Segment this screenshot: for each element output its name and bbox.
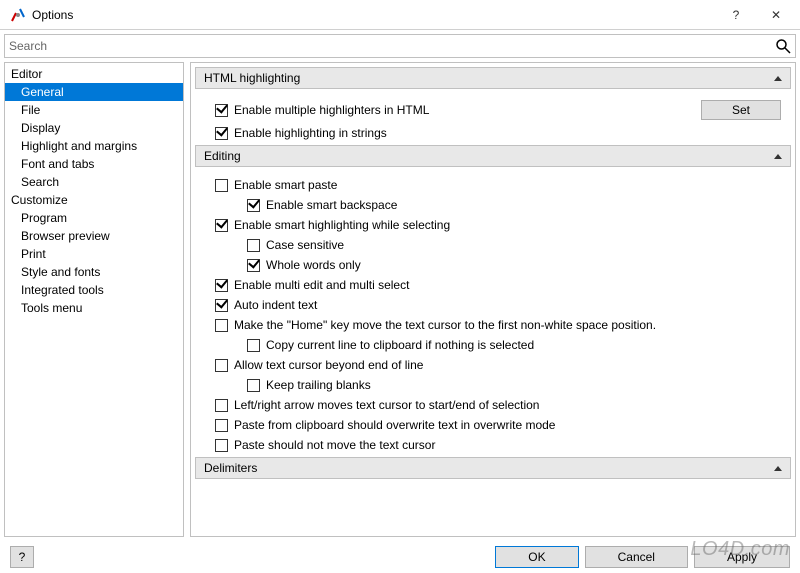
search-input[interactable]	[9, 39, 775, 53]
checkbox-whole-words-only[interactable]	[247, 259, 260, 272]
sidebar-item-program[interactable]: Program	[5, 209, 183, 227]
checkbox-home-key[interactable]	[215, 319, 228, 332]
option-label: Keep trailing blanks	[266, 378, 371, 392]
sidebar-item-highlight-margins[interactable]: Highlight and margins	[5, 137, 183, 155]
section-delimiters[interactable]: Delimiters	[195, 457, 791, 479]
checkbox-paste-overwrite[interactable]	[215, 419, 228, 432]
option-row: Enable multiple highlighters in HTML Set	[195, 97, 791, 123]
search-bar	[4, 34, 796, 58]
checkbox-left-right-arrow[interactable]	[215, 399, 228, 412]
close-button[interactable]: ✕	[756, 1, 796, 29]
sidebar-group-customize: Customize	[5, 191, 183, 209]
option-label: Copy current line to clipboard if nothin…	[266, 338, 534, 352]
option-row: Paste from clipboard should overwrite te…	[195, 415, 791, 435]
sidebar-item-tools-menu[interactable]: Tools menu	[5, 299, 183, 317]
option-label: Enable multiple highlighters in HTML	[234, 103, 429, 117]
option-row: Copy current line to clipboard if nothin…	[195, 335, 791, 355]
option-row: Keep trailing blanks	[195, 375, 791, 395]
option-row: Auto indent text	[195, 295, 791, 315]
apply-button[interactable]: Apply	[694, 546, 790, 568]
help-button[interactable]: ?	[716, 1, 756, 29]
checkbox-enable-smart-paste[interactable]	[215, 179, 228, 192]
sidebar-item-style-fonts[interactable]: Style and fonts	[5, 263, 183, 281]
section-html-highlighting[interactable]: HTML highlighting	[195, 67, 791, 89]
main-panel: HTML highlighting Enable multiple highli…	[190, 62, 796, 537]
sidebar-item-display[interactable]: Display	[5, 119, 183, 137]
search-icon[interactable]	[775, 38, 791, 54]
option-row: Enable highlighting in strings	[195, 123, 791, 143]
option-label: Case sensitive	[266, 238, 344, 252]
checkbox-copy-current-line[interactable]	[247, 339, 260, 352]
option-label: Enable smart backspace	[266, 198, 397, 212]
option-label: Enable highlighting in strings	[234, 126, 387, 140]
option-row: Paste should not move the text cursor	[195, 435, 791, 455]
option-label: Paste from clipboard should overwrite te…	[234, 418, 555, 432]
option-row: Enable multi edit and multi select	[195, 275, 791, 295]
option-label: Enable multi edit and multi select	[234, 278, 409, 292]
section-title: HTML highlighting	[204, 71, 300, 85]
sidebar-item-browser-preview[interactable]: Browser preview	[5, 227, 183, 245]
set-button[interactable]: Set	[701, 100, 781, 120]
sidebar-item-general[interactable]: General	[5, 83, 183, 101]
option-label: Make the "Home" key move the text cursor…	[234, 318, 656, 332]
title-bar: Options ? ✕	[0, 0, 800, 30]
footer: ? OK Cancel Apply	[0, 541, 800, 573]
collapse-icon	[774, 76, 782, 81]
section-editing[interactable]: Editing	[195, 145, 791, 167]
option-row: Allow text cursor beyond end of line	[195, 355, 791, 375]
content-area: Editor General File Display Highlight an…	[4, 62, 796, 537]
option-label: Auto indent text	[234, 298, 317, 312]
window-title: Options	[32, 8, 716, 22]
checkbox-enable-smart-highlighting[interactable]	[215, 219, 228, 232]
option-label: Enable smart highlighting while selectin…	[234, 218, 450, 232]
option-row: Enable smart paste	[195, 175, 791, 195]
option-label: Whole words only	[266, 258, 361, 272]
option-row: Enable smart highlighting while selectin…	[195, 215, 791, 235]
sidebar-group-editor: Editor	[5, 65, 183, 83]
checkbox-enable-smart-backspace[interactable]	[247, 199, 260, 212]
checkbox-cursor-beyond-eol[interactable]	[215, 359, 228, 372]
option-label: Paste should not move the text cursor	[234, 438, 435, 452]
help-footer-button[interactable]: ?	[10, 546, 34, 568]
collapse-icon	[774, 466, 782, 471]
collapse-icon	[774, 154, 782, 159]
sidebar: Editor General File Display Highlight an…	[4, 62, 184, 537]
sidebar-item-font-tabs[interactable]: Font and tabs	[5, 155, 183, 173]
checkbox-auto-indent[interactable]	[215, 299, 228, 312]
sidebar-item-search[interactable]: Search	[5, 173, 183, 191]
checkbox-enable-multi-edit[interactable]	[215, 279, 228, 292]
ok-button[interactable]: OK	[495, 546, 578, 568]
section-title: Delimiters	[204, 461, 257, 475]
sidebar-item-integrated-tools[interactable]: Integrated tools	[5, 281, 183, 299]
option-row: Whole words only	[195, 255, 791, 275]
option-label: Allow text cursor beyond end of line	[234, 358, 423, 372]
sidebar-item-print[interactable]: Print	[5, 245, 183, 263]
option-row: Make the "Home" key move the text cursor…	[195, 315, 791, 335]
checkbox-paste-no-move-cursor[interactable]	[215, 439, 228, 452]
cancel-button[interactable]: Cancel	[585, 546, 688, 568]
section-title: Editing	[204, 149, 241, 163]
checkbox-case-sensitive[interactable]	[247, 239, 260, 252]
option-row: Left/right arrow moves text cursor to st…	[195, 395, 791, 415]
option-row: Enable smart backspace	[195, 195, 791, 215]
checkbox-enable-multiple-highlighters[interactable]	[215, 104, 228, 117]
option-label: Left/right arrow moves text cursor to st…	[234, 398, 539, 412]
checkbox-keep-trailing-blanks[interactable]	[247, 379, 260, 392]
option-label: Enable smart paste	[234, 178, 337, 192]
checkbox-enable-highlighting-strings[interactable]	[215, 127, 228, 140]
sidebar-item-file[interactable]: File	[5, 101, 183, 119]
option-row: Case sensitive	[195, 235, 791, 255]
app-icon	[10, 7, 26, 23]
